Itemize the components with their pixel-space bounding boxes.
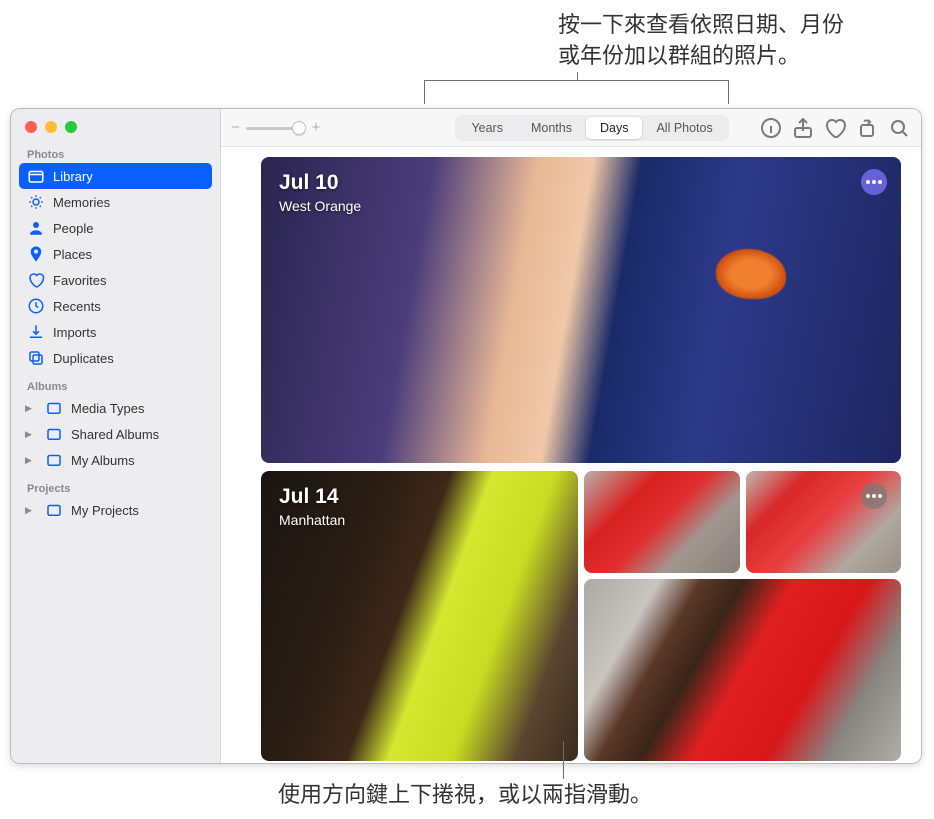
callout-text-bottom: 使用方向鍵上下捲視，或以兩指滑動。 [278, 777, 652, 809]
zoom-in-button[interactable]: + [312, 119, 321, 136]
duplicates-icon [27, 349, 45, 367]
sidebar-item-favorites[interactable]: Favorites [11, 267, 220, 293]
folder-icon [45, 425, 63, 443]
sidebar-item-my-albums[interactable]: ▶ My Albums [11, 447, 220, 473]
sidebar-item-library[interactable]: Library [19, 163, 212, 189]
sidebar-item-label: Library [53, 169, 93, 184]
chevron-right-icon: ▶ [25, 455, 35, 466]
day-header: Jul 10 West Orange [279, 171, 361, 214]
photos-app-window: Photos Library Memories People Places Fa… [10, 108, 922, 764]
people-icon [27, 219, 45, 237]
share-button[interactable] [791, 116, 815, 140]
day-group: Jul 10 West Orange [261, 157, 901, 463]
memories-icon [27, 193, 45, 211]
zoom-out-button[interactable]: − [231, 119, 240, 136]
view-segmented-control: Years Months Days All Photos [455, 115, 728, 141]
main-content: − + Years Months Days All Photos [221, 109, 921, 763]
photo-grid[interactable]: Jul 10 West Orange Jul 14 Manhattan [221, 147, 921, 763]
import-icon [27, 323, 45, 341]
zoom-window-button[interactable] [65, 121, 77, 133]
tab-years[interactable]: Years [457, 117, 517, 139]
sidebar-item-label: Duplicates [53, 351, 114, 366]
sidebar-item-label: Shared Albums [71, 427, 159, 442]
sidebar-item-label: Imports [53, 325, 96, 340]
photo-tile[interactable] [584, 471, 740, 573]
clock-icon [27, 297, 45, 315]
photo-tile-hero[interactable]: Jul 14 Manhattan [261, 471, 578, 761]
callout-text-top: 按一下來查看依照日期、月份 或年份加以群組的照片。 [558, 10, 844, 72]
day-date: Jul 14 [279, 485, 345, 509]
rotate-button[interactable] [855, 116, 879, 140]
search-button[interactable] [887, 116, 911, 140]
tab-all-photos[interactable]: All Photos [642, 117, 726, 139]
zoom-slider[interactable] [246, 120, 306, 136]
library-icon [27, 167, 45, 185]
sidebar-item-label: Places [53, 247, 92, 262]
toolbar: − + Years Months Days All Photos [221, 109, 921, 147]
more-button[interactable] [861, 169, 887, 195]
photo-tile[interactable] [746, 471, 902, 573]
sidebar-item-shared-albums[interactable]: ▶ Shared Albums [11, 421, 220, 447]
chevron-right-icon: ▶ [25, 403, 35, 414]
sidebar-section-albums: Albums [11, 371, 220, 395]
chevron-right-icon: ▶ [25, 429, 35, 440]
sidebar-item-label: My Projects [71, 503, 139, 518]
sidebar-item-label: Memories [53, 195, 110, 210]
day-header: Jul 14 Manhattan [279, 485, 345, 528]
folder-icon [45, 399, 63, 417]
sidebar-item-my-projects[interactable]: ▶ My Projects [11, 497, 220, 523]
zoom-controls: − + [231, 119, 321, 136]
tab-days[interactable]: Days [586, 117, 642, 139]
photo-tile-hero[interactable]: Jul 10 West Orange [261, 157, 901, 463]
sidebar-item-places[interactable]: Places [11, 241, 220, 267]
sidebar-item-media-types[interactable]: ▶ Media Types [11, 395, 220, 421]
photo-tile[interactable] [584, 579, 901, 761]
callout-line-top [424, 80, 729, 104]
sidebar-item-recents[interactable]: Recents [11, 293, 220, 319]
folder-icon [45, 451, 63, 469]
tab-months[interactable]: Months [517, 117, 586, 139]
day-group: Jul 14 Manhattan [261, 471, 901, 763]
sidebar-item-label: Favorites [53, 273, 106, 288]
sidebar-item-memories[interactable]: Memories [11, 189, 220, 215]
close-window-button[interactable] [25, 121, 37, 133]
sidebar-section-photos: Photos [11, 139, 220, 163]
callout-line-bottom [563, 741, 564, 779]
sidebar-item-label: Media Types [71, 401, 144, 416]
minimize-window-button[interactable] [45, 121, 57, 133]
sidebar-item-imports[interactable]: Imports [11, 319, 220, 345]
favorite-button[interactable] [823, 116, 847, 140]
day-location: West Orange [279, 198, 361, 214]
heart-icon [27, 271, 45, 289]
sidebar-item-label: People [53, 221, 93, 236]
more-button[interactable] [861, 483, 887, 509]
sidebar: Photos Library Memories People Places Fa… [11, 109, 221, 763]
chevron-right-icon: ▶ [25, 505, 35, 516]
day-location: Manhattan [279, 512, 345, 528]
day-date: Jul 10 [279, 171, 361, 195]
sidebar-item-label: My Albums [71, 453, 135, 468]
folder-icon [45, 501, 63, 519]
places-icon [27, 245, 45, 263]
window-controls [11, 109, 220, 139]
sidebar-section-projects: Projects [11, 473, 220, 497]
sidebar-item-people[interactable]: People [11, 215, 220, 241]
info-button[interactable] [759, 116, 783, 140]
sidebar-item-duplicates[interactable]: Duplicates [11, 345, 220, 371]
sidebar-item-label: Recents [53, 299, 101, 314]
